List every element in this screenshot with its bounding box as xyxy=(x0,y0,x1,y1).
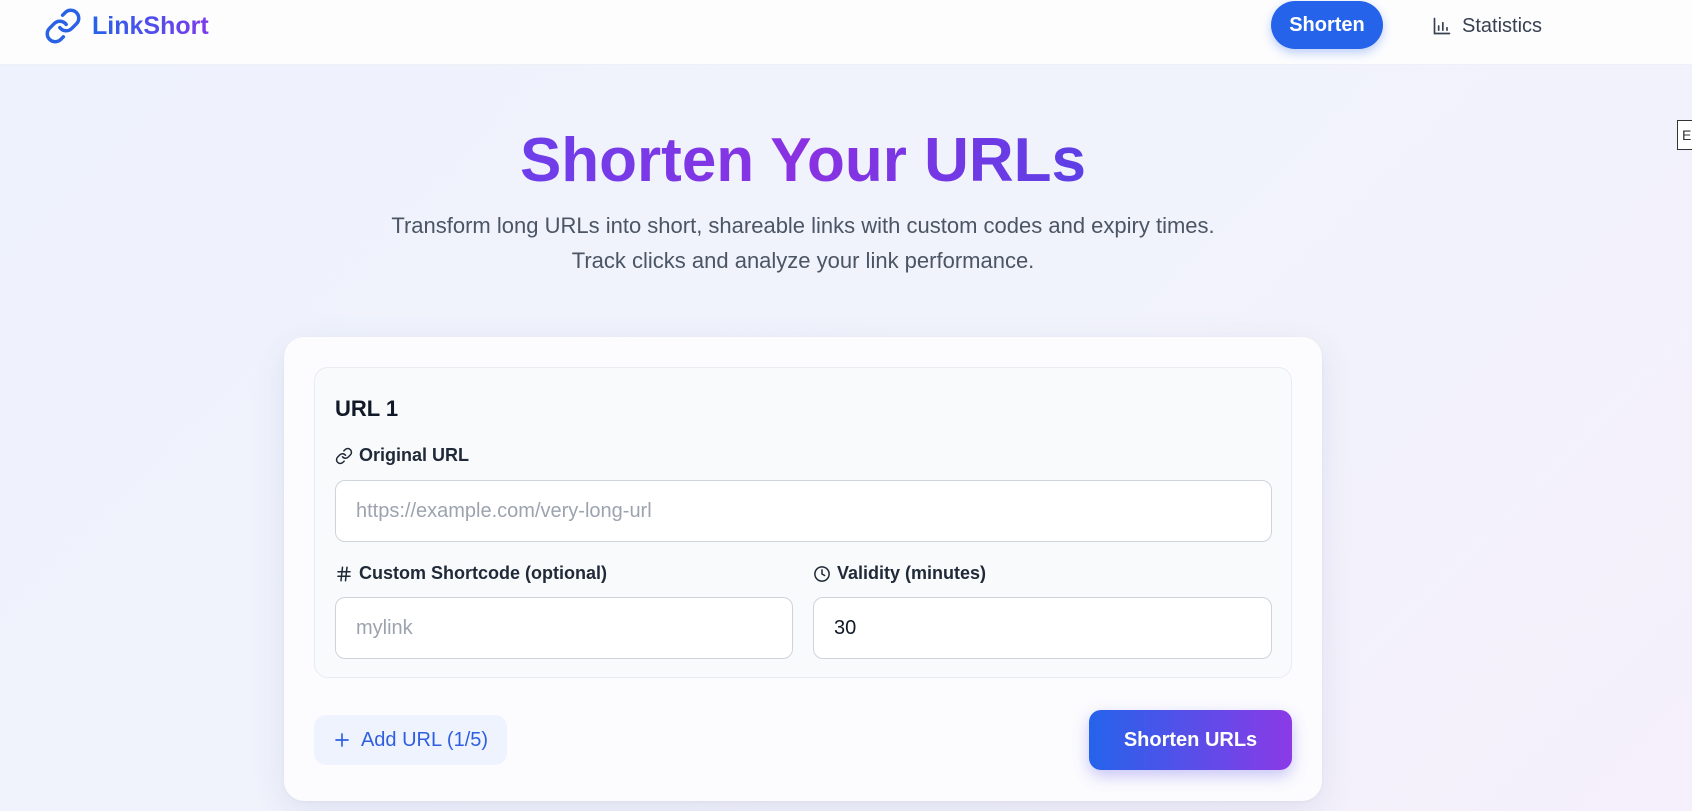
nav-statistics-link[interactable]: Statistics xyxy=(1432,6,1542,46)
shorten-form-card: URL 1 Original URL Custom Shortcode (opt… xyxy=(284,337,1322,801)
shortcode-label-text: Custom Shortcode (optional) xyxy=(359,563,607,583)
page-title: Shorten Your URLs xyxy=(0,122,1606,200)
subtitle-line-1: Transform long URLs into short, shareabl… xyxy=(391,213,1215,238)
nav-statistics-label: Statistics xyxy=(1462,14,1543,37)
brand-name: LinkShort xyxy=(92,11,209,40)
plus-icon xyxy=(335,733,349,747)
validity-label: Validity (minutes) xyxy=(813,563,986,584)
shortcode-label: Custom Shortcode (optional) xyxy=(335,563,607,584)
nav-shorten-button[interactable]: Shorten xyxy=(1271,1,1383,49)
edge-tab[interactable]: E xyxy=(1677,120,1692,150)
bar-chart-icon xyxy=(1433,17,1451,35)
url-entry: URL 1 Original URL Custom Shortcode (opt… xyxy=(314,367,1292,678)
add-url-label: Add URL (1/5) xyxy=(360,728,489,751)
shortcode-input[interactable] xyxy=(335,597,793,659)
validity-label-text: Validity (minutes) xyxy=(837,563,987,583)
subtitle-line-2: Track clicks and analyze your link perfo… xyxy=(571,248,1035,273)
original-url-input[interactable] xyxy=(335,480,1272,542)
hash-icon xyxy=(337,566,351,581)
page-subtitle: Transform long URLs into short, shareabl… xyxy=(0,208,1606,278)
url-entry-title: URL 1 xyxy=(335,396,399,421)
page-title-text: Shorten Your URLs xyxy=(519,126,1087,195)
clock-icon xyxy=(814,565,830,582)
top-nav: LinkShort Shorten Statistics xyxy=(0,0,1692,65)
original-url-label: Original URL xyxy=(335,445,469,466)
shorten-urls-button[interactable]: Shorten URLs xyxy=(1089,710,1292,770)
brand-logo-link[interactable]: LinkShort xyxy=(44,6,209,46)
link-icon xyxy=(45,8,81,44)
add-url-button[interactable]: Add URL (1/5) xyxy=(314,715,507,765)
original-url-label-text: Original URL xyxy=(359,445,470,465)
validity-input[interactable] xyxy=(813,597,1272,659)
link-icon xyxy=(335,447,353,464)
